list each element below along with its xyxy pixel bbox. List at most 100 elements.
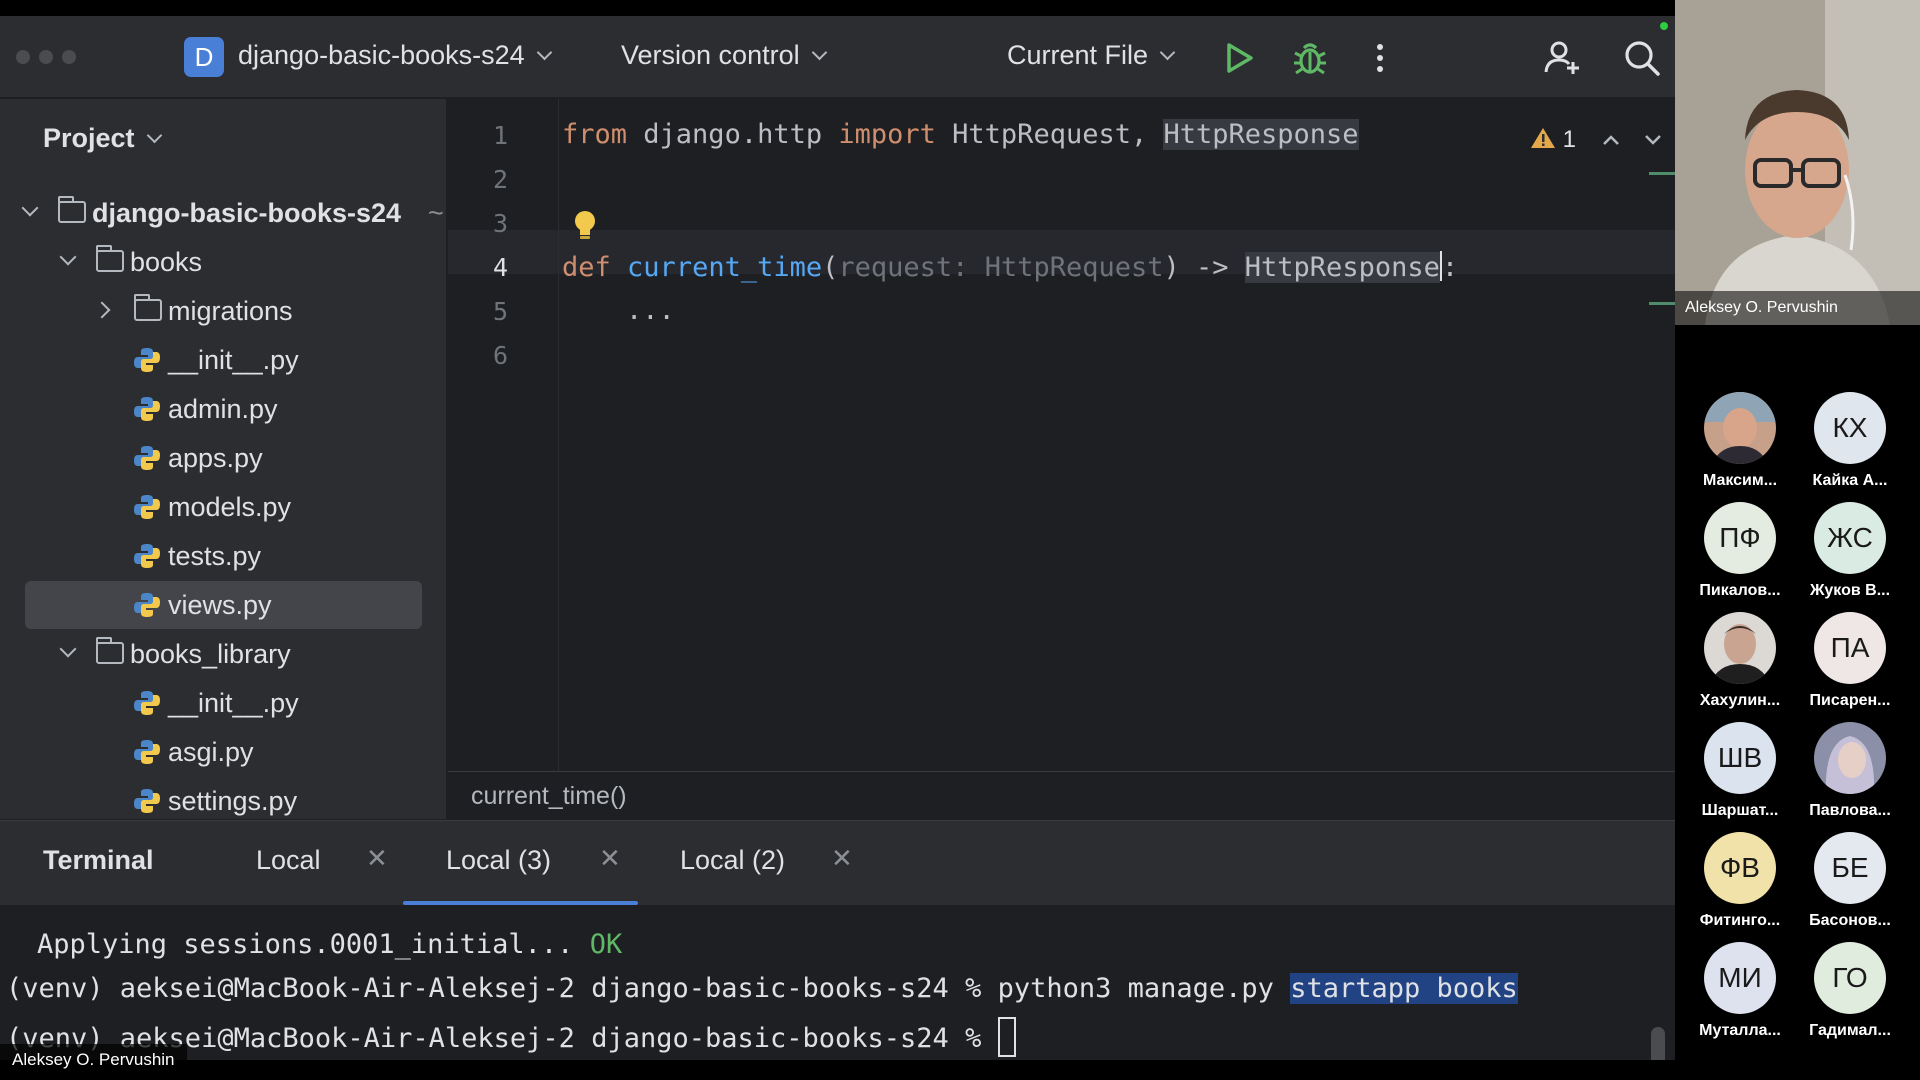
project-switcher[interactable]: django-basic-books-s24 bbox=[238, 40, 552, 71]
active-speaker-video[interactable]: Aleksey O. Pervushin bbox=[1675, 0, 1920, 325]
terminal-output-line[interactable]: Applying sessions.0001_initial... OK bbox=[37, 929, 622, 960]
participant-tile[interactable]: ПА Писарен... bbox=[1795, 612, 1905, 710]
run-icon[interactable] bbox=[1219, 38, 1259, 78]
chevron-down-icon bbox=[536, 44, 552, 61]
avatar: МИ bbox=[1704, 942, 1776, 1014]
code-line-4[interactable]: def current_time(request: HttpRequest) -… bbox=[562, 251, 1458, 283]
tree-item-label: __init__.py bbox=[168, 688, 299, 718]
tree-item[interactable]: books_library bbox=[0, 630, 447, 678]
chevron-down-icon[interactable] bbox=[1643, 133, 1663, 147]
chevron-up-icon[interactable] bbox=[1601, 133, 1621, 147]
terminal-tab-bar: Terminal Local ✕ Local (3) ✕ Local (2) ✕ bbox=[0, 821, 1675, 905]
ok-status: OK bbox=[589, 929, 623, 960]
tree-item-label: migrations bbox=[168, 296, 293, 326]
paren: ( bbox=[822, 252, 839, 283]
participant-tile[interactable]: БЕ Басонов... bbox=[1795, 832, 1905, 930]
participant-tile[interactable]: КХ Кайка А... bbox=[1795, 392, 1905, 490]
participant-tile[interactable]: ФВ Фитинго... bbox=[1685, 832, 1795, 930]
tree-root-suffix: ~ bbox=[428, 198, 444, 228]
participant-tile[interactable]: ШВ Шаршат... bbox=[1685, 722, 1795, 820]
tree-root[interactable]: django-basic-books-s24 ~ bbox=[0, 189, 447, 237]
presenter-name-overlay: Aleksey O. Pervushin bbox=[0, 1044, 187, 1080]
project-panel-title[interactable]: Project bbox=[43, 123, 162, 154]
ide-window: D django-basic-books-s24 Version control… bbox=[0, 16, 1675, 1060]
package-folder-icon bbox=[134, 294, 162, 321]
close-icon[interactable]: ✕ bbox=[366, 843, 388, 874]
code-line-5[interactable]: ... bbox=[626, 295, 675, 326]
participant-tile[interactable]: Максим... bbox=[1685, 392, 1795, 490]
close-icon[interactable]: ✕ bbox=[831, 843, 853, 874]
project-tool-window: Project django-basic-books-s24 ~ books m… bbox=[0, 99, 447, 819]
module-name: django.http bbox=[627, 119, 839, 150]
tree-item-label: settings.py bbox=[168, 786, 298, 816]
avatar: ГО bbox=[1814, 942, 1886, 1014]
tree-item[interactable]: asgi.py bbox=[0, 728, 447, 776]
speaker-name-label: Aleksey O. Pervushin bbox=[1675, 291, 1920, 325]
participant-tile[interactable]: Павлова... bbox=[1795, 722, 1905, 820]
participant-tile[interactable]: МИ Муталла... bbox=[1685, 942, 1795, 1040]
add-user-icon[interactable] bbox=[1542, 38, 1582, 78]
vcs-label: Version control bbox=[621, 40, 800, 70]
participant-tile[interactable]: ГО Гадимал... bbox=[1795, 942, 1905, 1040]
search-icon[interactable] bbox=[1622, 38, 1662, 78]
code-editor[interactable]: 1 2 3 4 5 6 from django.http import Http… bbox=[448, 99, 1675, 819]
participant-tile[interactable]: ЖС Жуков В... bbox=[1795, 502, 1905, 600]
tree-item-label: views.py bbox=[168, 590, 272, 620]
run-config-select[interactable]: Current File bbox=[1007, 40, 1176, 71]
project-badge[interactable]: D bbox=[184, 37, 224, 77]
line-number-gutter: 1 2 3 4 5 6 bbox=[448, 99, 558, 771]
participant-tile[interactable]: ПФ Пикалов... bbox=[1685, 502, 1795, 600]
close-icon[interactable]: ✕ bbox=[599, 843, 621, 874]
python-file-icon bbox=[134, 446, 160, 470]
tree-item-label: asgi.py bbox=[168, 737, 254, 767]
participant-name: Пикалов... bbox=[1699, 582, 1781, 599]
lightbulb-icon[interactable] bbox=[571, 209, 599, 243]
chevron-down-icon bbox=[59, 248, 77, 266]
tree-item-label: tests.py bbox=[168, 541, 262, 571]
tree-item[interactable]: settings.py bbox=[0, 777, 447, 825]
tab-local-2[interactable]: Local (2) bbox=[680, 845, 785, 876]
window-zoom-dot[interactable] bbox=[62, 50, 76, 64]
scrollbar-marker[interactable] bbox=[1649, 172, 1675, 175]
tree-item[interactable]: books bbox=[0, 238, 447, 286]
tree-item[interactable]: apps.py bbox=[0, 434, 447, 482]
warning-count: 1 bbox=[1562, 126, 1577, 153]
colon: : bbox=[1441, 252, 1459, 283]
tree-item[interactable]: migrations bbox=[0, 287, 447, 335]
tree-item-selected[interactable]: views.py bbox=[0, 581, 447, 629]
window-close-dot[interactable] bbox=[16, 50, 30, 64]
keyword: from bbox=[562, 119, 628, 150]
line-number-current: 4 bbox=[492, 253, 508, 282]
more-actions-icon[interactable] bbox=[1360, 38, 1400, 78]
tree-item[interactable]: tests.py bbox=[0, 532, 447, 580]
vcs-menu[interactable]: Version control bbox=[621, 40, 827, 71]
inspection-widget[interactable]: 1 bbox=[1530, 126, 1663, 154]
debug-icon[interactable] bbox=[1290, 38, 1330, 78]
tree-item-label: apps.py bbox=[168, 443, 263, 473]
code-line-1[interactable]: from django.http import HttpRequest, Htt… bbox=[562, 119, 1359, 150]
video-participants-panel: Aleksey O. Pervushin Максим... КХ Кайка … bbox=[1675, 0, 1920, 1080]
tree-item[interactable]: admin.py bbox=[0, 385, 447, 433]
participant-photo bbox=[1704, 612, 1776, 684]
participant-name: Хахулин... bbox=[1699, 692, 1781, 709]
participant-name: Максим... bbox=[1702, 472, 1778, 489]
folder-icon bbox=[58, 196, 86, 223]
window-minimize-dot[interactable] bbox=[39, 50, 53, 64]
avatar: ПФ bbox=[1704, 502, 1776, 574]
tab-local-3[interactable]: Local (3) bbox=[446, 845, 551, 876]
avatar: ПА bbox=[1814, 612, 1886, 684]
scrollbar-marker[interactable] bbox=[1649, 302, 1675, 305]
package-folder-icon bbox=[96, 637, 124, 664]
terminal-output-line[interactable]: (venv) aeksei@MacBook-Air-Aleksej-2 djan… bbox=[6, 973, 1518, 1004]
terminal-scrollbar[interactable] bbox=[1651, 1027, 1665, 1060]
tab-local[interactable]: Local bbox=[256, 845, 321, 876]
chevron-down-icon bbox=[146, 127, 162, 144]
breadcrumb[interactable]: current_time() bbox=[471, 782, 627, 811]
tree-item[interactable]: models.py bbox=[0, 483, 447, 531]
line-number: 6 bbox=[492, 341, 508, 370]
tree-item[interactable]: __init__.py bbox=[0, 336, 447, 384]
tree-item[interactable]: __init__.py bbox=[0, 679, 447, 727]
avatar bbox=[1704, 612, 1776, 684]
line-number: 2 bbox=[492, 165, 508, 194]
participant-tile[interactable]: Хахулин... bbox=[1685, 612, 1795, 710]
